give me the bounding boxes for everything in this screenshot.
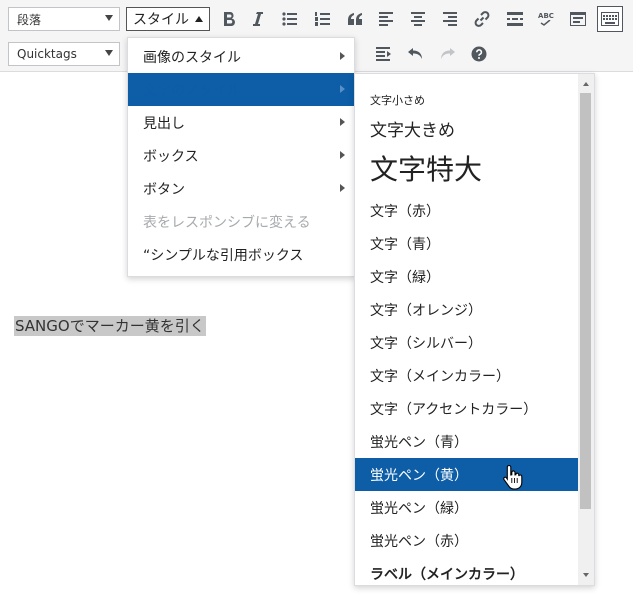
submenu-item-label: 文字（メインカラー） [370,368,510,385]
submenu-item-text-orange[interactable]: 文字（オレンジ） [355,293,578,326]
hand-cursor-icon [503,464,523,490]
submenu-item-label: 文字（青） [370,236,440,253]
fullscreen-icon[interactable] [565,6,591,32]
menu-item-label: 画像のスタイル [143,49,241,66]
menu-item-text-style[interactable]: 文字のスタイル [128,73,354,106]
read-more-icon[interactable] [502,6,528,32]
quicktags-select-value: Quicktags [17,47,77,61]
submenu-item-label-main-color[interactable]: ラベル（メインカラー） [355,557,578,585]
menu-item-simple-quote-box[interactable]: “シンプルな引用ボックス [128,238,354,271]
redo-icon[interactable] [434,41,460,67]
submenu-item-label: 蛍光ペン（青） [370,434,468,451]
submenu-item-label: 文字（緑） [370,269,440,286]
format-select-value: 段落 [17,12,42,27]
align-right-icon[interactable] [437,6,463,32]
align-center-icon[interactable] [405,6,431,32]
spellcheck-icon[interactable]: ABC [533,6,559,32]
menu-item-label: 見出し [143,115,185,132]
scroll-up-icon[interactable] [583,82,589,86]
blockquote-icon[interactable] [342,6,368,32]
style-button-label: スタイル [133,12,189,28]
italic-icon[interactable] [245,6,271,32]
toolbar-toggle-icon[interactable] [597,6,623,32]
submenu-item-text-red[interactable]: 文字（赤） [355,194,578,227]
submenu-item-text-blue[interactable]: 文字（青） [355,227,578,260]
submenu-item-text-large[interactable]: 文字大きめ [355,112,578,145]
submenu-item-marker-yellow[interactable]: 蛍光ペン（黄） [355,458,578,491]
submenu-item-marker-green[interactable]: 蛍光ペン（緑） [355,491,578,524]
submenu-item-label: 文字（オレンジ） [370,302,482,319]
chevron-right-icon [340,85,345,93]
submenu-item-label: 文字大きめ [370,121,455,141]
indent-icon[interactable] [371,41,397,67]
chevron-right-icon [340,151,345,159]
style-menu: 画像のスタイル 文字のスタイル 見出し ボックス ボタン 表をレスポンシブに変え… [127,37,355,277]
menu-item-box[interactable]: ボックス [128,139,354,172]
submenu-item-label: 蛍光ペン（赤） [370,533,468,550]
chevron-down-icon [105,50,113,56]
align-left-icon[interactable] [373,6,399,32]
menu-item-label: 文字のスタイル [143,82,241,99]
menu-item-label: 表をレスポンシブに変える [143,214,311,231]
link-icon[interactable] [469,6,495,32]
submenu-item-marker-blue[interactable]: 蛍光ペン（青） [355,425,578,458]
scrollbar-thumb[interactable] [580,93,591,509]
submenu-item-text-accent-color[interactable]: 文字（アクセントカラー） [355,392,578,425]
submenu-item-marker-red[interactable]: 蛍光ペン（赤） [355,524,578,557]
selected-text[interactable]: SANGOでマーカー黄を引く [14,316,206,336]
submenu-item-text-silver[interactable]: 文字（シルバー） [355,326,578,359]
submenu-item-text-xlarge[interactable]: 文字特大 [355,146,578,190]
menu-item-image-style[interactable]: 画像のスタイル [128,40,354,73]
menu-item-label: ボックス [143,148,199,165]
menu-item-label: ボタン [143,181,185,198]
menu-item-label: “シンプルな引用ボックス [143,247,304,264]
submenu-item-text-main-color[interactable]: 文字（メインカラー） [355,359,578,392]
scroll-down-icon[interactable] [583,573,589,577]
format-select[interactable]: 段落 [8,7,120,31]
submenu-scrollbar[interactable] [578,74,594,585]
spellcheck-label: ABC [538,12,554,20]
menu-item-button[interactable]: ボタン [128,172,354,205]
submenu-item-label: 文字（シルバー） [370,335,482,352]
menu-item-headings[interactable]: 見出し [128,106,354,139]
chevron-down-icon [105,15,113,21]
text-style-submenu: 文字小さめ 文字大きめ 文字特大 文字（赤） 文字（青） 文字（緑） 文字（オレ… [354,73,595,586]
submenu-item-text-green[interactable]: 文字（緑） [355,260,578,293]
quicktags-select[interactable]: Quicktags [8,42,120,66]
chevron-up-icon [195,16,203,22]
help-icon[interactable] [466,41,492,67]
submenu-item-label: 蛍光ペン（緑） [370,500,468,517]
submenu-item-label: 文字小さめ [370,93,425,107]
submenu-item-label: ラベル（メインカラー） [370,566,524,583]
undo-icon[interactable] [403,41,429,67]
numbered-list-icon[interactable] [310,6,336,32]
chevron-right-icon [340,52,345,60]
bold-icon[interactable] [216,6,242,32]
style-dropdown-button[interactable]: スタイル [126,7,210,31]
menu-item-responsive-table: 表をレスポンシブに変える [128,205,354,238]
submenu-item-label: 文字特大 [370,153,483,186]
submenu-item-label: 蛍光ペン（黄） [370,467,468,484]
bullet-list-icon[interactable] [277,6,303,32]
submenu-item-label: 文字（アクセントカラー） [370,401,538,418]
chevron-right-icon [340,184,345,192]
submenu-item-label: 文字（赤） [370,203,440,220]
chevron-right-icon [340,118,345,126]
